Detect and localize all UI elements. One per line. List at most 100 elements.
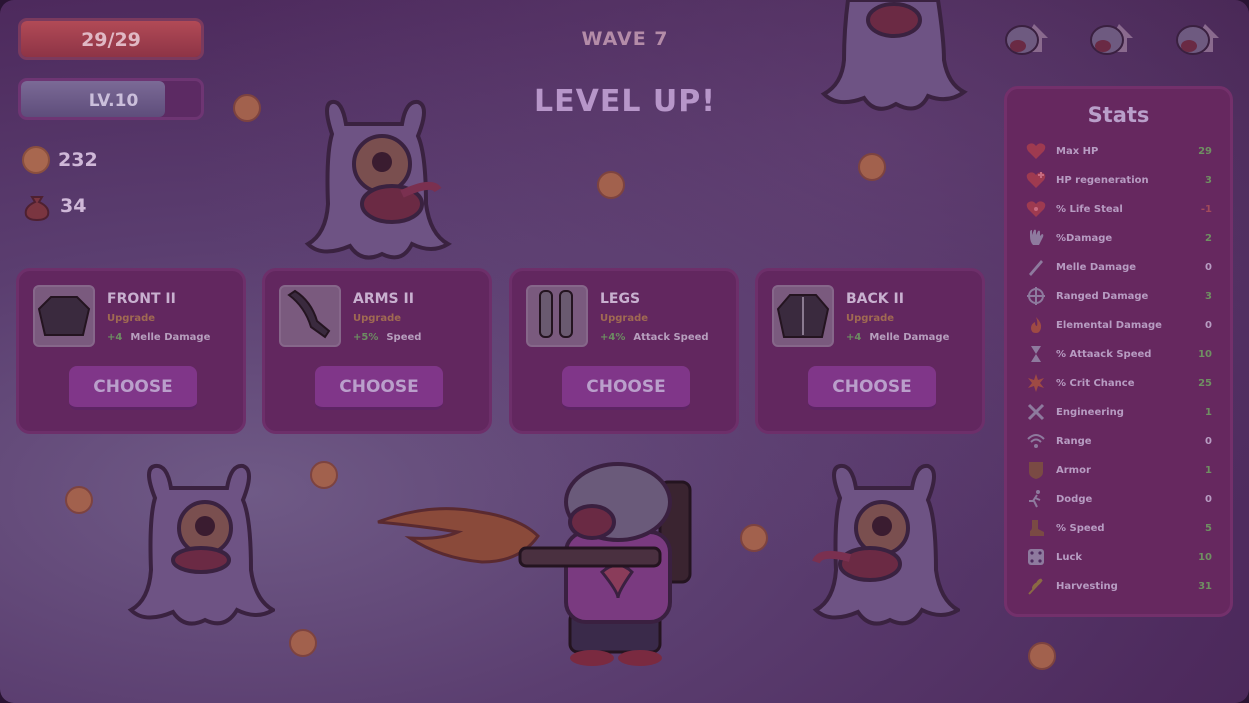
- card-title: FRONT II: [107, 291, 176, 307]
- wave-label: WAVE 7: [581, 28, 669, 50]
- stat-row-harvesting: Harvesting 31: [1025, 575, 1212, 597]
- bonus-stat: Speed: [386, 332, 422, 343]
- stat-row-armor: Armor 1: [1025, 459, 1212, 481]
- stat-value: 31: [1198, 580, 1212, 592]
- upgrade-card-arms: ARMS II Upgrade +5% Speed CHOOSE: [262, 268, 492, 434]
- coin-counter: 232: [22, 146, 98, 174]
- crosshair-icon: [1025, 285, 1047, 307]
- bonus-value: +4: [107, 332, 123, 343]
- stat-label: Max HP: [1056, 145, 1099, 157]
- level-bar: LV.10: [18, 78, 204, 120]
- stat-label: Elemental Damage: [1056, 319, 1162, 331]
- alien-enemy: [304, 99, 452, 260]
- stat-label: Harvesting: [1056, 580, 1118, 592]
- card-bonus: +5% Speed: [353, 332, 421, 343]
- stat-row-max-hp: Max HP 29: [1025, 140, 1212, 162]
- bonus-value: +4%: [600, 332, 626, 343]
- card-bonus: +4% Attack Speed: [600, 332, 709, 343]
- levelup-pending-icon: [1090, 24, 1133, 55]
- wrench-icon: [1025, 401, 1047, 423]
- loot-bag-icon: [24, 196, 50, 221]
- wheat-icon: [1025, 575, 1047, 597]
- bonus-value: +4: [846, 332, 862, 343]
- stat-row-melle-damage: Melle Damage 0: [1025, 256, 1212, 278]
- stat-row-speed: % Speed 5: [1025, 517, 1212, 539]
- stat-value: 1: [1205, 464, 1212, 476]
- alien-enemy: [820, 0, 968, 111]
- card-title: BACK II: [846, 291, 904, 307]
- coin-orb: [289, 629, 317, 657]
- choose-button[interactable]: CHOOSE: [315, 366, 443, 410]
- stat-label: Melle Damage: [1056, 261, 1137, 273]
- alien-enemy: [127, 463, 275, 626]
- stat-label: Dodge: [1056, 493, 1093, 505]
- stat-row-damage: %Damage 2: [1025, 227, 1212, 249]
- stat-label: % Crit Chance: [1056, 377, 1135, 389]
- stats-panel: Stats Max HP 29 HP regeneration 3 % Life…: [1004, 86, 1233, 617]
- choose-button[interactable]: CHOOSE: [69, 366, 197, 410]
- stat-label: % Speed: [1056, 522, 1105, 534]
- upgrade-card-legs: LEGS Upgrade +4% Attack Speed CHOOSE: [509, 268, 739, 434]
- card-type: Upgrade: [107, 313, 156, 324]
- hp-text: 29/29: [81, 29, 141, 51]
- bonus-stat: Attack Speed: [633, 332, 709, 343]
- heart-drop-icon: [1025, 198, 1047, 220]
- vest-icon: [772, 285, 834, 347]
- stat-label: Luck: [1056, 551, 1083, 563]
- coin-orb: [858, 153, 886, 181]
- stat-row-ranged-damage: Ranged Damage 3: [1025, 285, 1212, 307]
- arm-icon: [279, 285, 341, 347]
- stat-label: Ranged Damage: [1056, 290, 1149, 302]
- stat-value: 2: [1205, 232, 1212, 244]
- legs-icon: [526, 285, 588, 347]
- levelup-pending-icon: [1176, 24, 1219, 55]
- coin-orb: [597, 171, 625, 199]
- coin-orb: [65, 486, 93, 514]
- stat-value: 5: [1205, 522, 1212, 534]
- player-character: [377, 462, 692, 666]
- dice-icon: [1025, 546, 1047, 568]
- stat-value: 10: [1198, 348, 1212, 360]
- levelup-pending-icon: [1005, 24, 1048, 55]
- upgrade-card-back: BACK II Upgrade +4 Melle Damage CHOOSE: [755, 268, 985, 434]
- card-type: Upgrade: [600, 313, 649, 324]
- stat-value: 0: [1205, 493, 1212, 505]
- bonus-stat: Melle Damage: [130, 332, 211, 343]
- level-text: LV.10: [88, 91, 139, 111]
- stat-label: %Damage: [1056, 232, 1113, 244]
- card-bonus: +4 Melle Damage: [107, 332, 210, 343]
- alien-enemy: [812, 463, 960, 626]
- stat-label: % Life Steal: [1056, 203, 1123, 215]
- stat-label: % Attaack Speed: [1056, 348, 1152, 360]
- heart-icon: [1025, 140, 1047, 162]
- fist-icon: [1025, 227, 1047, 249]
- stat-label: Armor: [1056, 464, 1091, 476]
- stat-row-elemental-damage: Elemental Damage 0: [1025, 314, 1212, 336]
- stat-row-dodge: Dodge 0: [1025, 488, 1212, 510]
- level-up-banner: LEVEL UP!: [534, 84, 716, 119]
- stat-value: 3: [1205, 174, 1212, 186]
- bag-count: 34: [60, 195, 87, 217]
- stat-label: Range: [1056, 435, 1092, 447]
- coin-icon: [22, 146, 50, 174]
- stat-value: 10: [1198, 551, 1212, 563]
- jacket-icon: [33, 285, 95, 347]
- hourglass-icon: [1025, 343, 1047, 365]
- heart-plus-icon: [1025, 169, 1047, 191]
- choose-button[interactable]: CHOOSE: [562, 366, 690, 410]
- boot-icon: [1025, 517, 1047, 539]
- burst-icon: [1025, 372, 1047, 394]
- stat-row-range: Range 0: [1025, 430, 1212, 452]
- stat-value: -1: [1200, 203, 1212, 215]
- stat-row-engineering: Engineering 1: [1025, 401, 1212, 423]
- upgrade-card-front: FRONT II Upgrade +4 Melle Damage CHOOSE: [16, 268, 246, 434]
- card-type: Upgrade: [846, 313, 895, 324]
- sword-icon: [1025, 256, 1047, 278]
- card-title: ARMS II: [353, 291, 414, 307]
- stat-value: 3: [1205, 290, 1212, 302]
- bonus-stat: Melle Damage: [869, 332, 950, 343]
- stat-value: 1: [1205, 406, 1212, 418]
- coin-count: 232: [58, 149, 98, 171]
- choose-button[interactable]: CHOOSE: [808, 366, 936, 410]
- bag-counter: 34: [22, 191, 86, 221]
